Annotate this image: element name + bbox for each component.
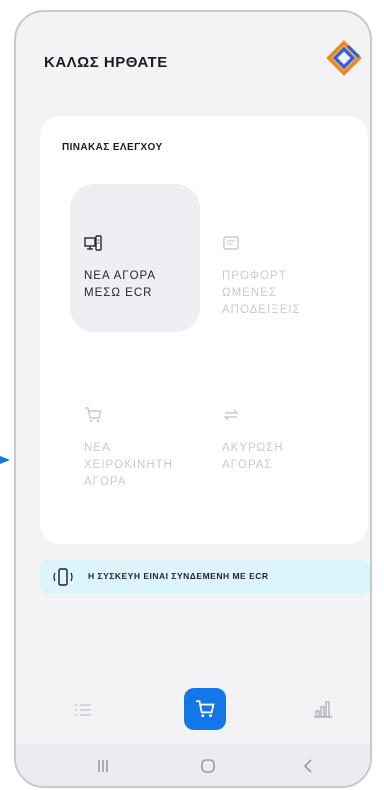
dashboard-title: ΠΙΝΑΚΑΣ ΕΛΕΓΧΟΥ — [62, 142, 163, 153]
cart-icon — [85, 407, 102, 423]
edge-arrow-icon — [0, 456, 10, 464]
phone-frame: ΚΑΛΩΣ ΗΡΘΑΤΕ ΠΙΝΑΚΑΣ ΕΛΕΓΧΟΥ ΝΕΑ ΑΓΟΡΑ Μ… — [14, 10, 372, 788]
nav-cart-button[interactable] — [184, 688, 226, 730]
tile-label: ΑΚΥΡΩΣΗ ΑΓΟΡΑΣ — [222, 442, 284, 471]
tile-preloaded-receipts[interactable]: ΠΡΟΦΟΡΤ ΩΜΕΝΕΣ ΑΠΟΔΕΙΞΕΙΣ — [208, 184, 338, 332]
cart-icon — [196, 700, 215, 718]
receipt-icon — [223, 236, 239, 250]
pos-terminal-icon — [84, 235, 102, 251]
device-connected-icon — [53, 568, 73, 586]
page-title: ΚΑΛΩΣ ΗΡΘΑΤΕ — [44, 54, 168, 71]
cancel-swap-icon — [223, 409, 239, 421]
brand-logo — [326, 40, 362, 76]
bottom-nav — [16, 680, 370, 736]
tile-new-manual-purchase[interactable]: ΝΕΑ ΧΕΙΡΟΚΙΝΗΤΗ ΑΓΟΡΑ — [70, 356, 200, 504]
tile-new-purchase-ecr[interactable]: ΝΕΑ ΑΓΟΡΑ ΜΕΣΩ ECR — [70, 184, 200, 332]
tile-label: ΝΕΑ ΧΕΙΡΟΚΙΝΗΤΗ ΑΓΟΡΑ — [84, 442, 173, 488]
list-icon[interactable] — [74, 702, 92, 718]
tile-label: ΠΡΟΦΟΡΤ ΩΜΕΝΕΣ ΑΠΟΔΕΙΞΕΙΣ — [222, 270, 301, 316]
connection-status-text: Η ΣΥΣΚΕΥΗ ΕΙΝΑΙ ΣΥΝΔΕΜΕΝΗ ΜΕ ECR — [88, 571, 269, 581]
home-icon[interactable] — [200, 758, 216, 774]
connection-status-bar: Η ΣΥΣΚΕΥΗ ΕΙΝΑΙ ΣΥΝΔΕΜΕΝΗ ΜΕ ECR — [40, 560, 370, 594]
tile-label: ΝΕΑ ΑΓΟΡΑ ΜΕΣΩ ECR — [84, 270, 156, 299]
dashboard-card: ΠΙΝΑΚΑΣ ΕΛΕΓΧΟΥ ΝΕΑ ΑΓΟΡΑ ΜΕΣΩ ECR ΠΡΟΦΟ… — [40, 116, 368, 544]
recent-apps-icon[interactable] — [96, 758, 110, 774]
tile-cancel-purchase[interactable]: ΑΚΥΡΩΣΗ ΑΓΟΡΑΣ — [208, 356, 338, 504]
chart-icon[interactable] — [314, 700, 332, 718]
back-icon[interactable] — [302, 758, 314, 774]
system-nav-bar — [16, 744, 370, 786]
